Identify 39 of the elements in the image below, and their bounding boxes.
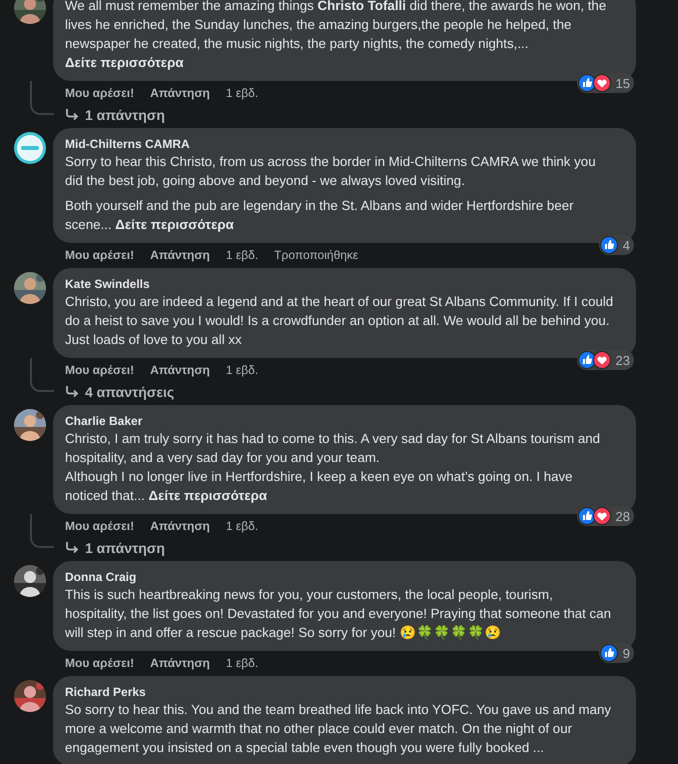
like-link[interactable]: Μου αρέσει! [65, 85, 134, 101]
reactions-badge[interactable]: 23 [576, 350, 634, 370]
comment-time[interactable]: 1 εβδ. [226, 655, 258, 671]
reply-link[interactable]: Απάντηση [150, 362, 210, 378]
see-more-link[interactable]: Δείτε περισσότερα [115, 217, 234, 232]
view-replies-link[interactable]: 1 απάντηση [85, 540, 165, 556]
comment-text: Christo, I am truly sorry it has had to come to this. A very sad day for St Albans tourism and hospitality, and a very sad day for you and your team. Although I no longer live in Hertfordshire, I keep a keen eye on what’s going on. I have noticed that... Δείτε περισσότερα [65, 430, 602, 505]
reply-link[interactable]: Απάντηση [150, 85, 210, 101]
edited-label: Τροποποιήθηκε [274, 247, 358, 263]
comment-time[interactable]: 1 εβδ. [226, 518, 258, 534]
comment-time[interactable]: 1 εβδ. [226, 362, 258, 378]
author-name[interactable]: Charlie Baker [65, 413, 614, 429]
like-link[interactable]: Μου αρέσει! [65, 655, 134, 671]
comment-text: Christo, you are indeed a legend and at the heart of our great St Albans Community. If I could do a heist to save you I would! Is a crowdfunder an option at all. We would all be behind you. Just loads of love to you all xx [65, 293, 614, 349]
reply-link[interactable]: Απάντηση [150, 655, 210, 671]
comment-text: So sorry to hear this. You and the team breathed life back into YOFC. You gave us and many more a welcome and warmth that no other place could ever match. On the night of our engagement you insisted on a special table even though you were fully booked ... [65, 701, 612, 757]
comment-text: We all must remember the amazing things Christo Tofalli did there, the awards he won, the lives he enriched, the Sunday lunches, the amazing burgers,the people he helped, the newspaper he created, the music nights, the party nights, the comedy nights,... Δείτε περισσότερα [65, 0, 608, 72]
comment-time[interactable]: 1 εβδ. [226, 85, 258, 101]
reactions-badge[interactable]: 15 [576, 73, 634, 93]
reactions-badge[interactable]: 9 [598, 643, 634, 663]
comment-text: Both yourself and the pub are legendary in the St. Albans and wider Hertfordshire beer scene... Δείτε περισσότερα [65, 197, 575, 234]
reply-link[interactable]: Απάντηση [150, 518, 210, 534]
reply-link[interactable]: Απάντηση [150, 247, 210, 263]
reactions-badge[interactable]: 28 [576, 506, 634, 526]
see-more-link[interactable]: Δείτε περισσότερα [148, 488, 268, 503]
reactions-badge[interactable]: 4 [598, 235, 634, 255]
like-link[interactable]: Μου αρέσει! [65, 362, 134, 378]
comment-text: Sorry to hear this Christo, from us across the border in Mid-Chilterns CAMRA we think you did the best job, going above and beyond - we always loved visiting. [65, 153, 597, 190]
author-name[interactable]: Kate Swindells [65, 276, 614, 292]
author-name[interactable]: Richard Perks [65, 684, 614, 700]
see-more-link[interactable]: Δείτε περισσότερα [65, 55, 184, 70]
comment-text: This is such heartbreaking news for you, your customers, the local people, tourism, hospitality, the list goes on! Devastated for you and everyone! Praying that someone that can will step in and offer a rescue package! So sorry for you! 😢🍀🍀🍀🍀😢 [65, 586, 612, 642]
like-link[interactable]: Μου αρέσει! [65, 247, 134, 263]
comment-time[interactable]: 1 εβδ. [226, 247, 258, 263]
author-name[interactable]: Donna Craig [65, 569, 614, 585]
view-replies-link[interactable]: 4 απαντήσεις [85, 384, 174, 400]
like-link[interactable]: Μου αρέσει! [65, 518, 134, 534]
author-name[interactable]: Mid-Chilterns CAMRA [65, 136, 614, 152]
view-replies-link[interactable]: 1 απάντηση [85, 107, 165, 123]
